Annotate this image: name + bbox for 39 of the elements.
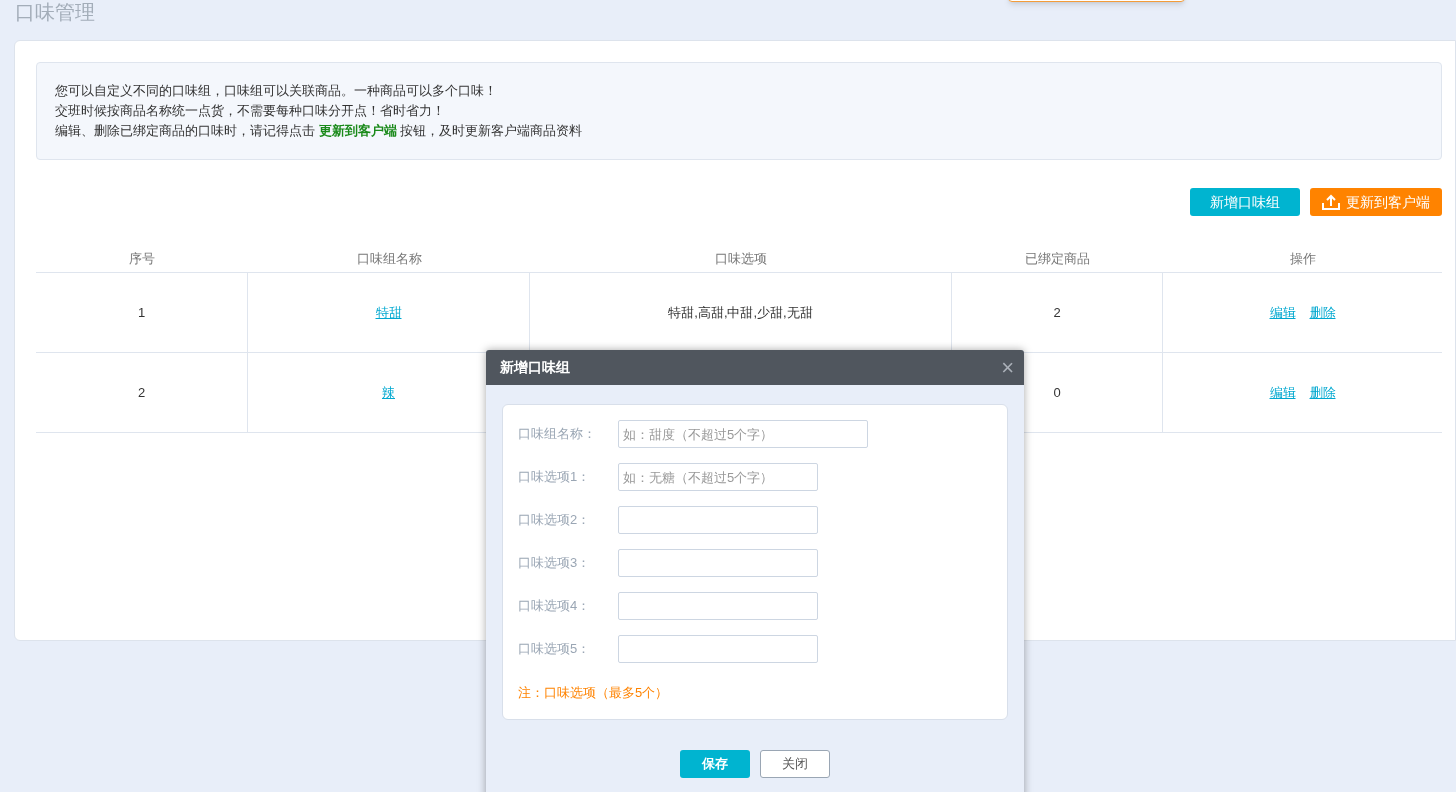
input-field[interactable]: [618, 635, 818, 663]
notice-text: 编辑、删除已绑定商品的口味时，请记得点击 更新到客户端 按钮，及时更新客户端商品资料: [55, 122, 584, 140]
column-header: 口味组名称: [356, 250, 422, 266]
field-label: 口味选项2：: [518, 511, 592, 530]
delete-link[interactable]: 删除: [1309, 302, 1336, 323]
input-field[interactable]: [618, 592, 818, 620]
edit-link[interactable]: 编辑: [1269, 382, 1296, 403]
update-button[interactable]: 更新到客户端: [1310, 188, 1442, 216]
edit-link[interactable]: 编辑: [1269, 302, 1296, 323]
table-cell-text: 2: [137, 383, 146, 402]
group-name-link[interactable]: 特甜: [375, 302, 402, 323]
input-field[interactable]: 如：无糖（不超过5个字）: [618, 463, 818, 491]
table-cell-text: 1: [137, 303, 146, 322]
field-label: 口味选项4：: [518, 597, 592, 616]
save-button[interactable]: 保存: [680, 750, 750, 778]
notice-text: 您可以自定义不同的口味组，口味组可以关联商品。一种商品可以多个口味！: [55, 82, 498, 100]
table-cell-text: 特甜,高甜,中甜,少甜,无甜: [668, 303, 813, 322]
table-cell-text: 2: [1053, 303, 1061, 322]
delete-link[interactable]: 删除: [1309, 382, 1336, 403]
column-header: 口味选项: [715, 250, 767, 266]
column-header: 已绑定商品: [1025, 250, 1090, 266]
notice-text: 交班时候按商品名称统一点货，不需要每种口味分开点！省时省力！: [55, 102, 446, 120]
column-header: 操作: [1289, 250, 1316, 266]
group-name-link[interactable]: 辣: [382, 382, 395, 403]
field-label: 口味选项3：: [518, 554, 592, 573]
column-header: 序号: [129, 250, 155, 266]
input-field[interactable]: [618, 506, 818, 534]
field-label: 口味选项5：: [518, 640, 592, 659]
field-label: 口味选项1：: [518, 468, 592, 487]
input-field[interactable]: 如：甜度（不超过5个字）: [618, 420, 868, 448]
field-label: 口味组名称：: [518, 425, 597, 444]
close-button[interactable]: 关闭: [760, 750, 830, 778]
upload-icon: [1322, 194, 1340, 210]
table-cell-text: 0: [1053, 383, 1061, 402]
dialog-title: 新增口味组: [500, 358, 570, 377]
note-text: 注：口味选项（最多5个）: [518, 684, 670, 702]
page-title: 口味管理: [15, 0, 95, 24]
add-button[interactable]: 新增口味组: [1190, 188, 1300, 216]
input-field[interactable]: [618, 549, 818, 577]
